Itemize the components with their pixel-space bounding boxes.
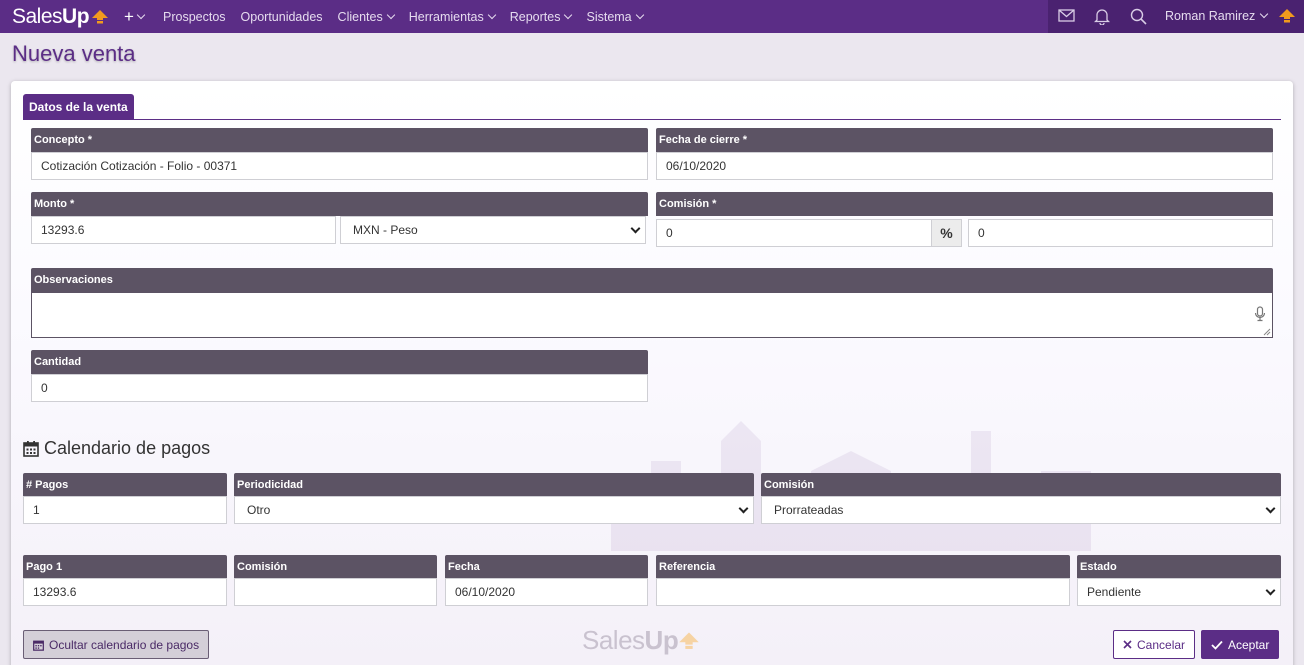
cantidad-input[interactable]: 0 bbox=[31, 374, 648, 402]
check-icon bbox=[1211, 640, 1223, 650]
observaciones-textarea[interactable] bbox=[31, 292, 1273, 338]
footer-logo-light: Sales bbox=[582, 625, 645, 655]
nav-clientes[interactable]: Clientes bbox=[337, 9, 395, 24]
chevron-down-icon bbox=[386, 10, 395, 19]
calendar-icon bbox=[33, 640, 44, 651]
estado-value: Pendiente bbox=[1087, 585, 1142, 599]
nav-herramientas[interactable]: Herramientas bbox=[408, 9, 496, 24]
calendario-comision-value: Prorrateadas bbox=[774, 503, 844, 517]
pago-fecha-label: Fecha bbox=[445, 555, 648, 579]
referencia-label: Referencia bbox=[656, 555, 1070, 579]
referencia-input[interactable] bbox=[656, 578, 1070, 606]
user-menu[interactable]: Roman Ramirez bbox=[1165, 9, 1269, 23]
nav-reportes[interactable]: Reportes bbox=[509, 9, 573, 24]
sale-form-card: Datos de la venta Concepto * Cotización … bbox=[11, 81, 1293, 665]
periodicidad-label: Periodicidad bbox=[234, 473, 754, 497]
monto-input[interactable]: 13293.6 bbox=[31, 216, 336, 244]
fecha-cierre-input[interactable]: 06/10/2020 bbox=[656, 152, 1273, 180]
tab-datos-venta[interactable]: Datos de la venta bbox=[23, 94, 134, 120]
observaciones-label: Observaciones bbox=[31, 268, 1273, 292]
chevron-down-icon bbox=[635, 10, 644, 19]
nav-oportunidades[interactable]: Oportunidades bbox=[241, 10, 323, 24]
cancel-label: Cancelar bbox=[1137, 637, 1186, 652]
concepto-label: Concepto * bbox=[31, 128, 648, 152]
periodicidad-select[interactable]: Otro bbox=[234, 496, 754, 524]
main-nav: Prospectos Oportunidades Clientes Herram… bbox=[163, 0, 658, 33]
cancel-button[interactable]: Cancelar bbox=[1113, 630, 1196, 659]
footer-salesup-logo: Sales Up bbox=[582, 625, 700, 656]
nav-sistema[interactable]: Sistema bbox=[586, 9, 644, 24]
fecha-cierre-label: Fecha de cierre * bbox=[656, 128, 1273, 152]
comision-label: Comisión * bbox=[656, 192, 1273, 216]
comision-percent-input[interactable]: 0 bbox=[656, 219, 932, 247]
nav-label: Reportes bbox=[509, 9, 561, 24]
nav-label: Sistema bbox=[586, 9, 632, 24]
user-name: Roman Ramirez bbox=[1165, 9, 1256, 23]
top-navbar: Sales Up + Prospectos Oportunidades Clien… bbox=[0, 0, 1304, 33]
currency-select[interactable]: MXN - Peso bbox=[340, 216, 646, 244]
tab-divider bbox=[23, 119, 1281, 120]
nav-label: Herramientas bbox=[408, 9, 484, 24]
salesup-arrow-icon[interactable] bbox=[1278, 8, 1296, 24]
concepto-input[interactable]: Cotización Cotización - Folio - 00371 bbox=[31, 152, 648, 180]
footer-logo-bold: Up bbox=[644, 625, 679, 655]
chevron-down-icon bbox=[1265, 585, 1276, 595]
resize-handle-icon[interactable] bbox=[1263, 328, 1271, 336]
chevron-down-icon bbox=[1265, 503, 1276, 513]
quick-add-menu[interactable]: + bbox=[124, 7, 146, 27]
nav-prospectos[interactable]: Prospectos bbox=[163, 10, 226, 24]
microphone-icon[interactable] bbox=[1254, 306, 1266, 322]
chevron-down-icon bbox=[564, 10, 573, 19]
chevron-down-icon bbox=[1260, 9, 1269, 19]
chevron-down-icon bbox=[738, 503, 749, 513]
percent-addon: % bbox=[931, 219, 962, 247]
pago-1-input[interactable]: 13293.6 bbox=[23, 578, 227, 606]
chevron-down-icon bbox=[136, 10, 146, 20]
monto-label: Monto * bbox=[31, 192, 648, 216]
calendario-comision-select[interactable]: Prorrateadas bbox=[761, 496, 1281, 524]
chevron-down-icon bbox=[630, 223, 641, 233]
pagos-input[interactable]: 1 bbox=[23, 496, 227, 524]
salesup-logo[interactable]: Sales Up bbox=[12, 4, 109, 29]
chevron-down-icon bbox=[487, 10, 496, 19]
pago-comision-input[interactable] bbox=[234, 578, 437, 606]
page-title: Nueva venta bbox=[12, 41, 136, 66]
estado-label: Estado bbox=[1077, 555, 1281, 579]
logo-arrow-icon bbox=[92, 9, 109, 23]
pagos-label: # Pagos bbox=[23, 473, 227, 497]
periodicidad-value: Otro bbox=[247, 503, 271, 517]
pago-comision-label: Comisión bbox=[234, 555, 437, 579]
close-icon bbox=[1123, 640, 1132, 649]
search-icon[interactable] bbox=[1130, 8, 1147, 25]
toggle-calendar-button[interactable]: Ocultar calendario de pagos bbox=[23, 630, 210, 659]
comision-amount-input[interactable]: 0 bbox=[968, 219, 1273, 247]
estado-select[interactable]: Pendiente bbox=[1077, 578, 1281, 606]
calendario-comision-label: Comisión bbox=[761, 473, 1281, 497]
plus-icon: + bbox=[124, 7, 134, 26]
calendario-section-title: Calendario de pagos bbox=[23, 438, 210, 459]
nav-label: Oportunidades bbox=[240, 9, 323, 24]
toggle-calendar-label: Ocultar calendario de pagos bbox=[49, 637, 200, 652]
calendario-title-text: Calendario de pagos bbox=[44, 438, 211, 458]
pago-1-label: Pago 1 bbox=[23, 555, 227, 579]
bell-icon[interactable] bbox=[1094, 8, 1110, 25]
logo-text-bold: Up bbox=[62, 4, 90, 28]
accept-button[interactable]: Aceptar bbox=[1201, 630, 1280, 659]
pago-fecha-input[interactable]: 06/10/2020 bbox=[445, 578, 648, 606]
logo-text-light: Sales bbox=[12, 4, 63, 28]
nav-label: Clientes bbox=[337, 9, 383, 24]
nav-label: Prospectos bbox=[163, 9, 226, 24]
accept-label: Aceptar bbox=[1228, 637, 1270, 652]
mail-icon[interactable] bbox=[1058, 8, 1075, 23]
logo-arrow-icon bbox=[679, 631, 699, 649]
topbar-user-area: Roman Ramirez bbox=[1048, 0, 1304, 33]
currency-value: MXN - Peso bbox=[353, 223, 418, 237]
calendar-icon bbox=[23, 441, 39, 457]
cantidad-label: Cantidad bbox=[31, 350, 648, 374]
